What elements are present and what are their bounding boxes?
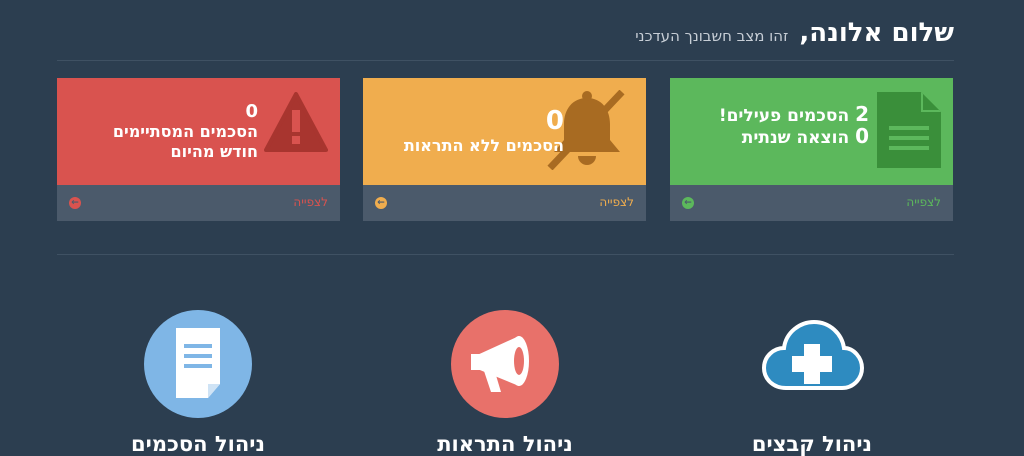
alerts-management-link[interactable]: ניהול התראות [385, 310, 625, 456]
divider [57, 60, 954, 61]
document-icon[interactable] [144, 310, 252, 418]
no-alerts-card: 0 הסכמים ללא התראות לצפייה ← [363, 78, 646, 221]
expiring-count: 0 [245, 101, 258, 122]
active-agreements-count: 2 [855, 102, 869, 126]
file-management-link[interactable]: ניהול קבצים [692, 310, 932, 456]
card-footer[interactable]: לצפייה ← [57, 185, 340, 221]
expiring-agreements-card: 0 הסכמים המסתיימים חודש מהיום לצפייה ← [57, 78, 340, 221]
megaphone-icon[interactable] [451, 310, 559, 418]
cloud-plus-icon[interactable] [758, 310, 866, 418]
arrow-left-icon[interactable]: ← [375, 197, 387, 209]
annual-expense-label: הוצאה שנתית [741, 128, 850, 148]
greeting: שלום אלונה, [799, 18, 954, 48]
alerts-management-label[interactable]: ניהול התראות [385, 432, 625, 456]
account-status-subtitle: זהו מצב חשבונך העדכני [635, 27, 789, 45]
page-header: שלום אלונה, זהו מצב חשבונך העדכני [57, 18, 954, 60]
view-link[interactable]: לצפייה [293, 195, 328, 209]
active-agreements-card: 2 הסכמים פעילים! 0 הוצאה שנתית לצפייה ← [670, 78, 953, 221]
document-icon [877, 92, 941, 172]
view-link[interactable]: לצפייה [906, 195, 941, 209]
file-management-label[interactable]: ניהול קבצים [692, 432, 932, 456]
expiring-label-1: הסכמים המסתיימים [112, 122, 258, 141]
arrow-left-icon[interactable]: ← [682, 197, 694, 209]
card-footer[interactable]: לצפייה ← [670, 185, 953, 221]
agreements-management-link[interactable]: ניהול הסכמים [78, 310, 318, 456]
no-alerts-label: הסכמים ללא התראות [403, 136, 564, 155]
annual-expense-value: 0 [855, 124, 869, 148]
card-footer[interactable]: לצפייה ← [363, 185, 646, 221]
expiring-label-2: חודש מהיום [170, 142, 258, 161]
agreements-management-label[interactable]: ניהול הסכמים [78, 432, 318, 456]
view-link[interactable]: לצפייה [599, 195, 634, 209]
no-alerts-count: 0 [545, 106, 564, 136]
warning-icon [264, 92, 328, 156]
arrow-left-icon[interactable]: ← [69, 197, 81, 209]
divider [57, 254, 954, 255]
active-agreements-label: הסכמים פעילים! [718, 106, 850, 126]
